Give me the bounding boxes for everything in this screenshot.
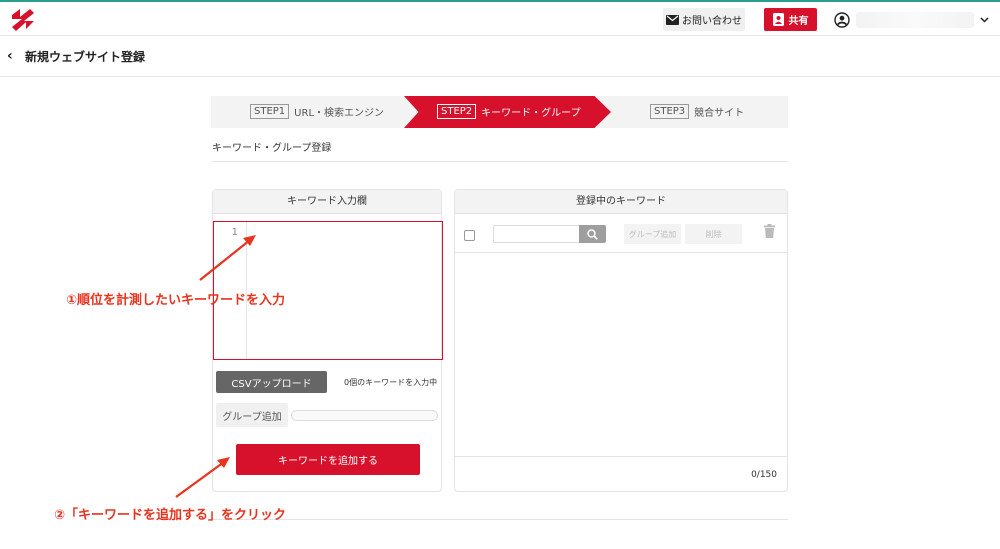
select-all-checkbox[interactable] (464, 230, 475, 241)
contact-button[interactable]: お問い合わせ (663, 8, 745, 31)
step-2-label: キーワード・グループ (481, 108, 581, 119)
search-icon (587, 228, 598, 240)
app-logo-icon[interactable] (10, 7, 36, 33)
add-group-button[interactable]: グループ追加 (216, 403, 288, 427)
keyword-search-input[interactable] (493, 225, 580, 243)
step-3-label: 競合サイト (694, 108, 745, 119)
annotation-step-2: ②「キーワードを追加する」をクリック (54, 508, 287, 523)
section-divider (212, 161, 788, 162)
step-3[interactable]: STEP3 競合サイト (650, 104, 744, 119)
list-delete-button[interactable]: 削除 (685, 224, 742, 244)
step-1[interactable]: STEP1 URL・検索エンジン (250, 104, 384, 119)
step-1-number: STEP1 (250, 104, 290, 119)
line-number: 1 (231, 227, 238, 238)
keyword-input-panel-title: キーワード入力欄 (213, 190, 441, 214)
keyword-input-panel: キーワード入力欄 1 CSVアップロード 0個のキーワードを入力中 グループ追加… (212, 189, 443, 492)
keyword-list-footer-divider (455, 456, 787, 457)
step-2[interactable]: STEP2 キーワード・グループ (437, 104, 581, 119)
step-2-number: STEP2 (437, 104, 477, 119)
csv-upload-button[interactable]: CSVアップロード (216, 371, 327, 393)
step-3-number: STEP3 (650, 104, 690, 119)
keyword-list-toolbar: グループ追加 削除 (455, 214, 787, 253)
list-group-add-button[interactable]: グループ追加 (624, 224, 681, 244)
section-title: キーワード・グループ登録 (212, 143, 332, 154)
bottom-divider (212, 519, 788, 520)
back-chevron-icon[interactable]: ‹ (7, 48, 13, 64)
keyword-search-button[interactable] (579, 225, 606, 243)
keyword-count-text: 0個のキーワードを入力中 (344, 378, 438, 387)
top-bar: お問い合わせ 共有 (0, 0, 1000, 36)
mail-icon (666, 14, 679, 25)
user-menu[interactable] (834, 9, 990, 31)
trash-icon[interactable] (764, 224, 775, 238)
contact-label: お問い合わせ (682, 16, 742, 27)
user-name-redacted (856, 12, 974, 28)
share-button[interactable]: 共有 (764, 8, 817, 31)
add-keywords-button[interactable]: キーワードを追加する (236, 444, 420, 475)
registered-keywords-panel: 登録中のキーワード グループ追加 削除 0/150 (454, 189, 788, 492)
share-label: 共有 (788, 16, 809, 27)
step-1-label: URL・検索エンジン (294, 108, 385, 119)
keyword-counter: 0/150 (751, 470, 777, 480)
annotation-step-1: ①順位を計測したいキーワードを入力 (66, 293, 286, 308)
group-name-input[interactable] (291, 410, 438, 421)
user-avatar-icon (834, 12, 850, 28)
page-header: ‹ 新規ウェブサイト登録 (0, 36, 1000, 77)
id-badge-icon (772, 13, 784, 26)
page-title: 新規ウェブサイト登録 (25, 50, 146, 64)
registered-keywords-panel-title: 登録中のキーワード (455, 190, 787, 214)
step-indicator: STEP1 URL・検索エンジン STEP2 キーワード・グループ STEP3 … (211, 96, 788, 128)
chevron-down-icon[interactable] (980, 17, 989, 23)
